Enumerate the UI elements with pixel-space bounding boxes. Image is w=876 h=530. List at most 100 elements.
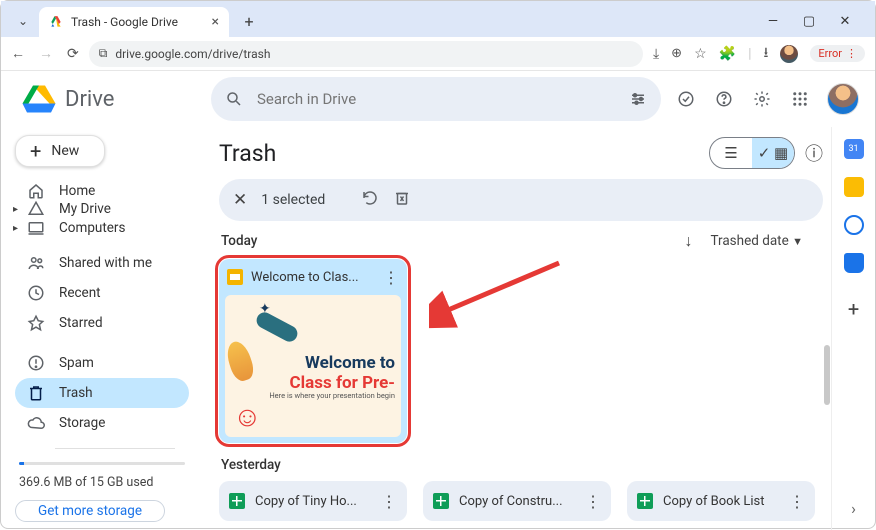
window-maximize-icon[interactable]: ▢ <box>801 14 817 29</box>
mydrive-icon <box>27 200 45 218</box>
chevron-right-icon[interactable]: ▸ <box>13 223 18 234</box>
sidebar-item-starred[interactable]: Starred <box>15 308 189 338</box>
tab-close-icon[interactable]: × <box>212 14 219 30</box>
doodle-crayon <box>254 310 300 345</box>
search-box[interactable] <box>211 77 661 121</box>
addons-plus-icon[interactable]: + <box>848 297 859 321</box>
section-yesterday-label: Yesterday <box>221 457 281 473</box>
get-storage-button[interactable]: Get more storage <box>15 500 165 522</box>
file-name: Copy of Tiny Ho... <box>255 494 371 509</box>
sidebar-item-shared[interactable]: Shared with me <box>15 248 189 278</box>
drive-header: Drive <box>1 71 875 127</box>
url-input[interactable] <box>115 47 633 61</box>
sidebar-item-mydrive[interactable]: ▸ My Drive <box>15 200 189 219</box>
tasks-addon-icon[interactable] <box>844 215 864 235</box>
sidebar-item-label: Storage <box>59 415 105 431</box>
drive-favicon <box>49 15 63 29</box>
account-avatar[interactable] <box>827 83 859 115</box>
calendar-addon-icon[interactable] <box>844 139 864 159</box>
chevron-right-icon[interactable]: ▸ <box>13 204 18 215</box>
window-minimize-icon[interactable]: — <box>765 14 781 29</box>
computers-icon <box>27 219 45 237</box>
sidebar-item-label: Home <box>59 183 95 199</box>
sidebar-item-storage[interactable]: Storage <box>15 408 189 438</box>
keep-addon-icon[interactable] <box>844 177 864 197</box>
install-app-icon[interactable]: ⤓ <box>653 46 659 62</box>
info-icon[interactable]: ⓘ <box>805 140 823 166</box>
grid-view-button[interactable]: ✓ ▦ <box>752 138 794 168</box>
window-close-icon[interactable]: ✕ <box>837 14 853 29</box>
nav-back-icon[interactable]: ← <box>11 45 25 62</box>
scrollbar[interactable] <box>824 345 830 405</box>
selection-bar: ✕ 1 selected <box>219 179 823 221</box>
file-chip[interactable]: Copy of Book List ⋮ <box>627 481 815 521</box>
tab-search-dropdown-icon[interactable]: ⌄ <box>11 9 35 33</box>
more-actions-icon[interactable]: ⋮ <box>585 492 601 511</box>
page-title: Trash <box>219 140 276 167</box>
star-icon <box>27 314 45 332</box>
file-thumbnail: ✦ ☺ Welcome to Class for Pre- Here is wh… <box>225 295 401 437</box>
sidebar-item-home[interactable]: Home <box>15 181 189 200</box>
file-chip[interactable]: Copy of Tiny Ho... ⋮ <box>219 481 407 521</box>
nav-forward-icon: → <box>39 45 53 62</box>
thumb-line1: Welcome to <box>290 353 395 373</box>
offline-ready-icon[interactable] <box>675 88 697 110</box>
clear-selection-icon[interactable]: ✕ <box>233 190 247 210</box>
more-actions-icon[interactable]: ⋮ <box>789 492 805 511</box>
shared-icon <box>27 254 45 272</box>
delete-forever-icon[interactable] <box>393 189 411 212</box>
settings-gear-icon[interactable] <box>751 88 773 110</box>
apps-grid-icon[interactable] <box>789 88 811 110</box>
browser-tab[interactable]: Trash - Google Drive × <box>39 7 229 37</box>
search-options-icon[interactable] <box>629 90 647 108</box>
sidebar-item-trash[interactable]: Trash <box>15 378 189 408</box>
sidebar-item-label: Recent <box>59 285 101 301</box>
sheets-file-icon <box>637 493 653 509</box>
file-card-selected[interactable]: Welcome to Clas... ⋮ ✦ ☺ Welcome to Clas… <box>219 259 407 443</box>
sort-button[interactable]: Trashed date ▼ <box>710 233 803 249</box>
sheets-file-icon <box>229 493 245 509</box>
more-actions-icon[interactable]: ⋮ <box>383 268 399 287</box>
selection-count: 1 selected <box>261 192 325 208</box>
new-tab-button[interactable]: + <box>235 7 263 35</box>
sidebar-item-label: Starred <box>59 315 103 331</box>
downloads-icon[interactable]: ⭳ <box>763 42 768 66</box>
cloud-icon <box>27 414 45 432</box>
site-info-icon[interactable]: ⧉ <box>99 46 108 61</box>
trash-icon <box>27 384 45 402</box>
bookmark-star-icon[interactable]: ☆ <box>694 46 707 62</box>
profile-avatar-icon[interactable] <box>780 45 798 63</box>
error-chip[interactable]: Error⋮ <box>810 45 865 62</box>
sidebar-item-label: Shared with me <box>59 255 152 271</box>
nav-reload-icon[interactable]: ⟳ <box>67 46 79 62</box>
search-icon <box>225 90 243 108</box>
sidebar-item-label: My Drive <box>59 201 111 217</box>
panel-collapse-icon[interactable]: › <box>851 499 856 518</box>
list-view-button[interactable]: ☰ <box>710 138 752 168</box>
sidebar-item-label: Spam <box>59 355 94 371</box>
sidebar-item-recent[interactable]: Recent <box>15 278 189 308</box>
contacts-addon-icon[interactable] <box>844 253 864 273</box>
extensions-icon[interactable]: 🧩 <box>719 46 736 62</box>
storage-bar <box>19 462 185 465</box>
sidebar-item-spam[interactable]: Spam <box>15 348 189 378</box>
search-input[interactable] <box>257 90 615 108</box>
spam-icon <box>27 354 45 372</box>
support-icon[interactable] <box>713 88 735 110</box>
drive-logo[interactable]: Drive <box>21 81 201 117</box>
restore-icon[interactable] <box>361 189 379 212</box>
url-input-wrap[interactable]: ⧉ <box>89 41 643 67</box>
new-button[interactable]: + New <box>15 135 105 167</box>
more-actions-icon[interactable]: ⋮ <box>381 492 397 511</box>
file-name: Copy of Constru... <box>459 494 575 509</box>
sort-direction-icon[interactable]: ↓ <box>684 231 692 251</box>
new-button-label: New <box>51 143 79 159</box>
drive-logo-icon <box>21 81 57 117</box>
drive-product-name: Drive <box>65 87 114 112</box>
slides-file-icon <box>227 269 243 285</box>
file-chip[interactable]: Copy of Constru... ⋮ <box>423 481 611 521</box>
zoom-icon[interactable]: ⊕ <box>671 46 682 61</box>
doodle-stickfigure: ☺ <box>233 400 262 433</box>
sidebar-item-computers[interactable]: ▸ Computers <box>15 219 189 238</box>
sidebar-item-label: Trash <box>59 385 93 401</box>
